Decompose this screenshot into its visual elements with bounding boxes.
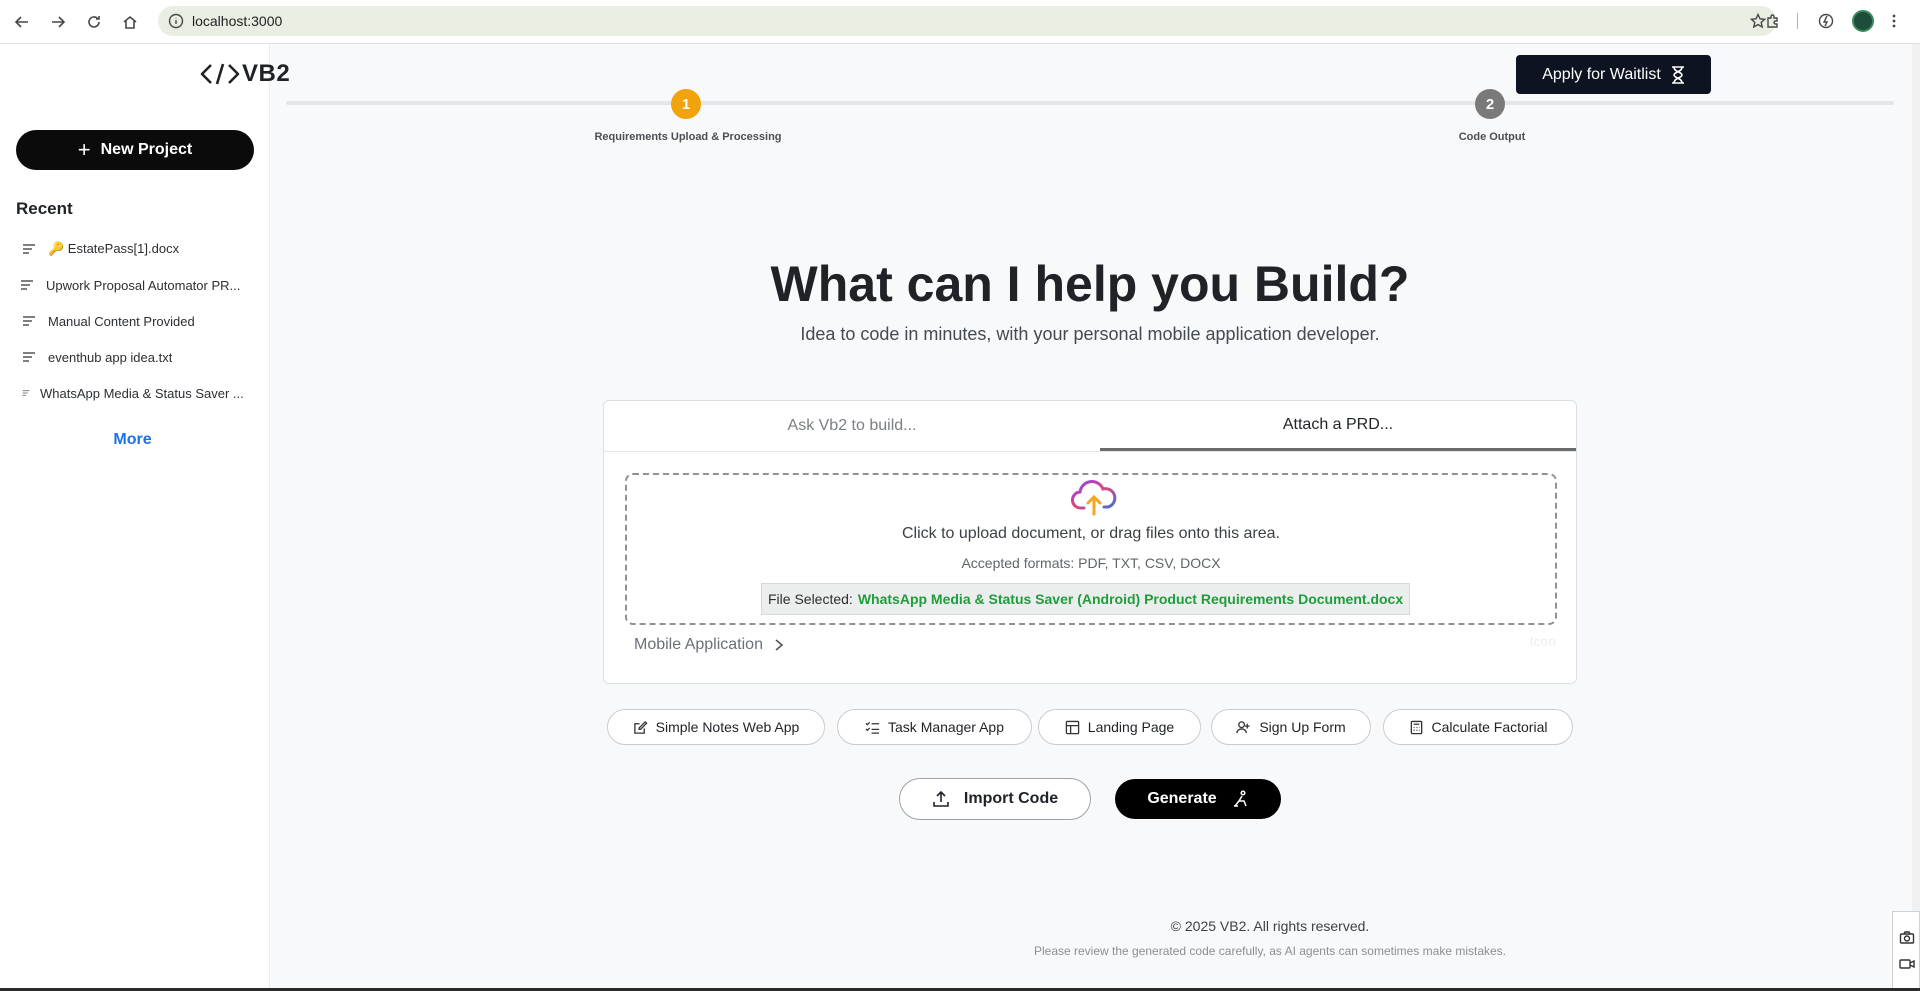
forward-icon[interactable] xyxy=(46,10,70,34)
toolbar-separator xyxy=(1797,13,1798,29)
brand-name: VB2 xyxy=(242,60,291,87)
video-icon[interactable] xyxy=(1899,956,1915,972)
reload-icon[interactable] xyxy=(82,10,106,34)
chevron-right-icon xyxy=(775,639,784,651)
performance-icon[interactable] xyxy=(1815,10,1837,32)
step-1-indicator: 1 xyxy=(671,89,701,119)
tab-divider xyxy=(604,451,1576,452)
new-project-label: New Project xyxy=(100,141,193,158)
import-code-label: Import Code xyxy=(963,790,1059,807)
step-1-label: Requirements Upload & Processing xyxy=(594,131,782,143)
recent-heading: Recent xyxy=(16,199,73,218)
brand-logo[interactable]: VB2 xyxy=(200,60,290,88)
upload-icon xyxy=(933,790,949,807)
page-scrollbar[interactable] xyxy=(1912,44,1920,991)
recording-widget[interactable] xyxy=(1892,911,1920,991)
chip-label: Simple Notes Web App xyxy=(655,719,800,735)
recent-item-label: Upwork Proposal Automator PR... xyxy=(46,277,241,293)
chip-label: Landing Page xyxy=(1087,719,1175,735)
step-2-label: Code Output xyxy=(1458,131,1526,143)
sort-lines-icon xyxy=(21,280,33,290)
ai-disclaimer-text: Please review the generated code careful… xyxy=(1033,944,1506,958)
chip-label: Calculate Factorial xyxy=(1431,719,1548,735)
chip-label: Task Manager App xyxy=(888,719,1004,735)
suggestion-task-manager[interactable]: Task Manager App xyxy=(837,709,1032,745)
sidebar: VB2 + New Project Recent 🔑 EstatePass[1]… xyxy=(0,44,290,991)
selected-file-name: WhatsApp Media & Status Saver (Android) … xyxy=(857,591,1404,607)
sort-lines-icon xyxy=(23,316,35,326)
suggestion-simple-notes[interactable]: Simple Notes Web App xyxy=(607,709,825,745)
url-text[interactable]: localhost:3000 xyxy=(192,13,282,29)
hourglass-icon xyxy=(1671,65,1684,84)
suggestion-calculate-factorial[interactable]: Calculate Factorial xyxy=(1383,709,1573,745)
file-selected-badge: File Selected: WhatsApp Media & Status S… xyxy=(761,583,1411,615)
accepted-formats: Accepted formats: PDF, TXT, CSV, DOCX xyxy=(961,555,1221,571)
apply-waitlist-button[interactable]: Apply for Waitlist xyxy=(1516,55,1711,94)
cloud-upload-icon xyxy=(1071,480,1117,516)
suggestion-landing-page[interactable]: Landing Page xyxy=(1038,709,1201,745)
recent-item[interactable]: eventhub app idea.txt xyxy=(16,339,246,375)
recent-item-label: eventhub app idea.txt xyxy=(48,349,173,365)
recent-item-label: 🔑 EstatePass[1].docx xyxy=(48,241,180,256)
tab-ask-vb2[interactable]: Ask Vb2 to build... xyxy=(604,401,1100,451)
edit-note-icon xyxy=(633,720,648,734)
hero-subtitle: Idea to code in minutes, with your perso… xyxy=(800,324,1380,344)
new-project-button[interactable]: + New Project xyxy=(16,130,254,170)
recent-item[interactable]: Manual Content Provided xyxy=(16,303,246,339)
copyright-text: © 2025 VB2. All rights reserved. xyxy=(1170,918,1370,934)
step-2-indicator: 2 xyxy=(1475,89,1505,119)
recent-list: 🔑 EstatePass[1].docx Upwork Proposal Aut… xyxy=(16,231,246,411)
recent-item[interactable]: Upwork Proposal Automator PR... xyxy=(14,267,246,303)
stepper-track xyxy=(286,101,1894,105)
home-icon[interactable] xyxy=(118,10,142,34)
code-brackets-icon xyxy=(200,63,240,85)
user-plus-icon xyxy=(1236,720,1250,733)
recent-item-label: Manual Content Provided xyxy=(48,313,195,329)
camera-icon[interactable] xyxy=(1899,930,1915,946)
recent-item[interactable]: 🔑 EstatePass[1].docx xyxy=(16,231,246,267)
file-selected-label: File Selected: xyxy=(768,591,853,607)
recent-item-label: WhatsApp Media & Status Saver ... xyxy=(40,385,244,401)
waitlist-label: Apply for Waitlist xyxy=(1542,65,1661,83)
calculator-icon xyxy=(1410,720,1422,734)
sort-lines-icon xyxy=(23,352,35,362)
site-info-icon[interactable] xyxy=(168,13,184,29)
sort-lines-icon xyxy=(22,390,30,396)
profile-avatar[interactable] xyxy=(1852,10,1874,32)
sort-lines-icon xyxy=(23,244,35,254)
address-bar[interactable]: localhost:3000 xyxy=(158,6,1776,36)
hero-title: What can I help you Build? xyxy=(770,256,1410,312)
tab-attach-prd[interactable]: Attach a PRD... xyxy=(1100,401,1576,451)
prompt-card: Ask Vb2 to build... Attach a PRD... Clic… xyxy=(603,400,1577,684)
app-type-selector[interactable]: Mobile Application xyxy=(634,636,785,654)
upload-instructions: Click to upload document, or drag files … xyxy=(902,525,1280,542)
app-type-label: Mobile Application xyxy=(634,636,763,653)
upload-dropzone[interactable]: Click to upload document, or drag files … xyxy=(625,473,1557,625)
extensions-icon[interactable] xyxy=(1762,10,1784,32)
kebab-menu-icon[interactable] xyxy=(1883,10,1905,32)
recent-item[interactable]: WhatsApp Media & Status Saver ... xyxy=(16,375,246,411)
chip-label: Sign Up Form xyxy=(1259,719,1346,735)
checklist-icon xyxy=(865,721,880,734)
generate-label: Generate xyxy=(1147,790,1217,807)
back-icon[interactable] xyxy=(10,10,34,34)
generate-button[interactable]: Generate xyxy=(1115,779,1281,819)
scooter-icon xyxy=(1233,790,1247,807)
icon-placeholder: Icon xyxy=(1529,633,1556,649)
plus-icon: + xyxy=(77,137,91,162)
browser-toolbar: localhost:3000 xyxy=(0,0,1920,44)
more-link[interactable]: More xyxy=(0,431,265,449)
import-code-button[interactable]: Import Code xyxy=(899,778,1091,820)
layout-icon xyxy=(1065,720,1080,734)
suggestion-sign-up-form[interactable]: Sign Up Form xyxy=(1211,709,1371,745)
